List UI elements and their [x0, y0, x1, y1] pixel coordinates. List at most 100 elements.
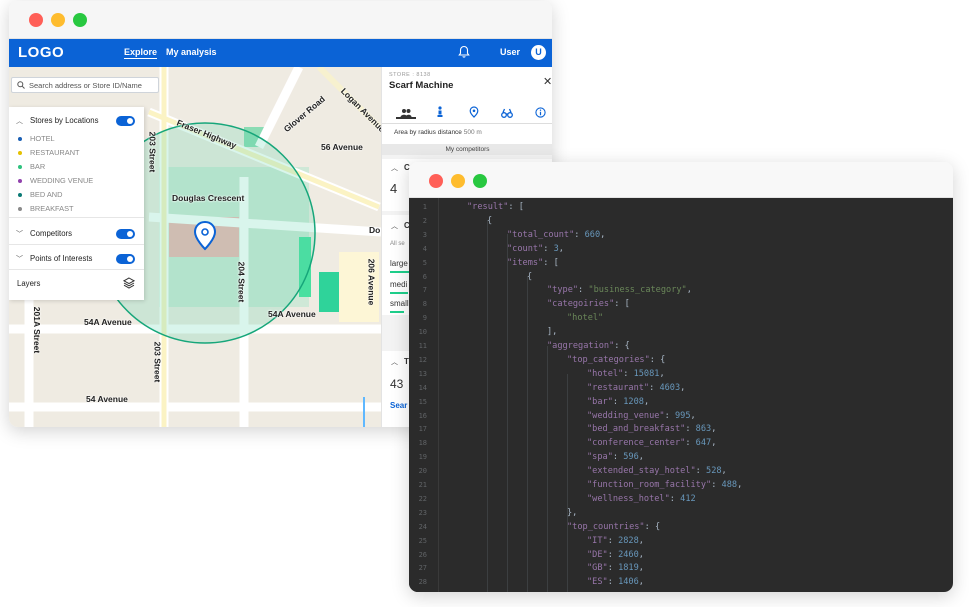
tab-location-icon[interactable]	[464, 105, 484, 119]
line-number: 22	[418, 494, 427, 503]
code-line: "extended_stay_hotel": 528,	[587, 466, 727, 476]
line-number: 1	[422, 203, 427, 211]
tab-person-icon[interactable]	[430, 105, 450, 119]
top-navbar: LOGO Explore My analysis User U	[9, 39, 552, 67]
competitors-toggle[interactable]	[116, 229, 135, 239]
json-punctuation: ,	[638, 535, 644, 546]
logo: LOGO	[18, 44, 65, 61]
category-item[interactable]: BED AND	[18, 190, 62, 199]
nav-explore[interactable]: Explore	[124, 47, 158, 59]
maximize-window-button[interactable]	[73, 13, 87, 27]
code-line: "wedding_venue": 995,	[587, 411, 696, 421]
close-window-button[interactable]	[429, 174, 443, 188]
line-number: 19	[418, 453, 427, 462]
poi-toggle[interactable]	[116, 254, 135, 264]
json-key: "result"	[467, 202, 509, 212]
chevron-up-icon[interactable]: ︿	[391, 221, 398, 231]
json-number: 2460	[618, 549, 639, 560]
line-number: 7	[422, 286, 427, 295]
json-punctuation: :	[669, 493, 681, 504]
code-line: "count": 3,	[507, 244, 564, 254]
close-window-button[interactable]	[29, 13, 43, 27]
tab-info-icon[interactable]	[530, 105, 550, 119]
json-key: "ES"	[587, 577, 608, 588]
json-number: 647	[695, 438, 712, 449]
json-punctuation: : [	[543, 257, 559, 268]
window-titlebar	[409, 162, 953, 198]
code-line: ],	[547, 327, 557, 337]
json-key: "function_room_facility"	[587, 480, 712, 490]
card-subtitle: All se	[390, 241, 405, 247]
user-menu[interactable]: User	[500, 47, 520, 57]
category-bullet-icon	[18, 193, 22, 198]
json-punctuation: :	[612, 396, 624, 407]
json-punctuation: :	[711, 480, 722, 490]
json-punctuation: : {	[649, 354, 666, 365]
json-punctuation: ,	[558, 243, 564, 254]
divider	[9, 269, 144, 270]
map-view[interactable]: Fraser Highway Glover Road Logan Avenue …	[9, 67, 381, 427]
json-string: "hotel"	[567, 313, 604, 324]
json-key: "count"	[507, 243, 544, 254]
category-label: RESTAURANT	[30, 148, 80, 157]
nav-my-analysis[interactable]: My analysis	[166, 47, 217, 57]
code-line: {	[487, 216, 492, 226]
json-key: "GB"	[587, 563, 608, 574]
code-line: "hotel": 15081,	[587, 369, 665, 379]
json-number: 528	[706, 466, 722, 477]
json-punctuation: ,	[690, 410, 696, 421]
json-key: "restaurant"	[587, 382, 650, 393]
chevron-up-icon[interactable]: ︿	[391, 357, 398, 367]
search-link[interactable]: Sear	[390, 401, 407, 410]
json-punctuation: ,	[638, 549, 644, 560]
line-number: 11	[418, 342, 427, 350]
json-key: "items"	[507, 257, 544, 268]
line-number: 20	[418, 467, 427, 476]
code-line: "top_categories": {	[567, 355, 665, 365]
chevron-up-icon[interactable]: ︿	[391, 163, 398, 173]
close-icon[interactable]: ✕	[543, 75, 552, 88]
minimize-window-button[interactable]	[51, 13, 65, 27]
json-punctuation: ,	[643, 396, 650, 407]
json-punctuation: ],	[547, 327, 558, 338]
category-item[interactable]: BAR	[18, 162, 45, 171]
chevron-down-icon[interactable]: ﹀	[16, 229, 23, 239]
json-punctuation: :	[695, 466, 707, 477]
code-line: "wellness_hotel": 412	[587, 494, 696, 504]
code-line: "ES": 1406,	[587, 577, 644, 587]
avatar[interactable]: U	[531, 45, 546, 60]
json-key: "DE"	[587, 549, 608, 560]
json-punctuation: ,	[711, 438, 717, 449]
detail-tabs	[382, 100, 552, 124]
json-punctuation: {	[487, 215, 493, 226]
category-item[interactable]: WEDDING VENUE	[18, 176, 93, 185]
chevron-up-icon[interactable]: ︿	[16, 116, 23, 126]
code-line: "IT": 2828,	[587, 536, 644, 546]
maximize-window-button[interactable]	[473, 174, 487, 188]
stores-toggle[interactable]	[116, 116, 135, 126]
category-item[interactable]: BREAKFAST	[18, 204, 74, 213]
line-number: 28	[418, 578, 427, 587]
line-number: 14	[418, 383, 427, 392]
category-item[interactable]: RESTAURANT	[18, 148, 80, 157]
code-editor[interactable]: 1 2 3 4 5 6 7 8 9 10 11 12 13 14 15 16 17 18 19 20 21 22 23 24 2…	[409, 198, 953, 592]
line-number: 8	[422, 300, 427, 309]
search-input[interactable]: Search address or Store ID/Name	[11, 77, 159, 93]
json-punctuation: },	[567, 507, 578, 518]
chevron-down-icon[interactable]: ﹀	[16, 254, 23, 264]
segment-bar	[390, 311, 404, 313]
indent-guide	[567, 374, 568, 592]
line-number: 25	[418, 536, 427, 545]
indent-guide	[527, 276, 528, 592]
json-punctuation: ,	[638, 452, 644, 463]
bell-icon[interactable]	[458, 45, 470, 64]
json-punctuation: :	[612, 452, 624, 463]
category-item[interactable]: HOTEL	[18, 134, 55, 143]
minimize-window-button[interactable]	[451, 174, 465, 188]
line-number: 15	[418, 397, 427, 406]
tab-binoculars-icon[interactable]	[497, 105, 517, 119]
code-window: 1 2 3 4 5 6 7 8 9 10 11 12 13 14 15 16 17 18 19 20 21 22 23 24 2…	[409, 162, 953, 592]
my-competitors-header: My competitors	[382, 144, 552, 155]
segment-bar	[390, 292, 408, 294]
tab-people-icon[interactable]	[396, 105, 416, 119]
